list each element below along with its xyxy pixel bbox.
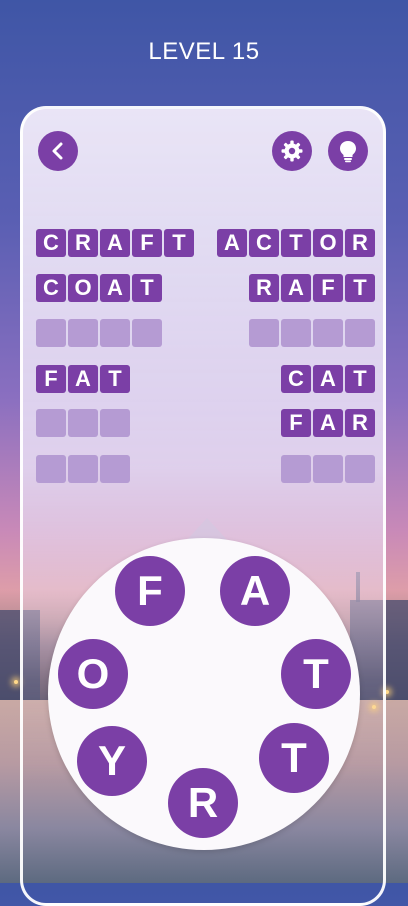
word-row-empty [36,409,130,437]
empty-tile [281,319,311,347]
word-row-empty [36,319,162,347]
letter-tile: A [217,229,247,257]
empty-tile [36,409,66,437]
letter-tile: R [68,229,98,257]
empty-tile [68,455,98,483]
lightbulb-icon [340,141,356,163]
letter-tile: A [100,229,130,257]
empty-tile [68,409,98,437]
lamp-light [14,680,18,684]
empty-tile [100,319,130,347]
empty-tile [36,319,66,347]
word-row-empty [281,455,375,483]
letter-tile: T [100,365,130,393]
empty-tile [100,409,130,437]
wheel-letter[interactable]: F [115,556,185,626]
letter-tile: R [249,274,279,302]
empty-tile [345,455,375,483]
level-title: LEVEL 15 [148,38,260,65]
letter-tile: A [313,409,343,437]
empty-tile [249,319,279,347]
empty-tile [132,319,162,347]
word-row: F A T [36,365,130,393]
empty-tile [100,455,130,483]
letter-tile: T [345,274,375,302]
letter-tile: A [68,365,98,393]
letter-tile: F [132,229,162,257]
letter-tile: T [132,274,162,302]
word-row: A C T O R [217,229,375,257]
empty-tile [313,455,343,483]
letter-tile: F [36,365,66,393]
word-row: R A F T [249,274,375,302]
word-row: F A R [281,409,375,437]
gear-icon [281,140,303,162]
letter-tile: A [100,274,130,302]
word-row: C A T [281,365,375,393]
settings-button[interactable] [272,131,312,171]
hint-button[interactable] [328,131,368,171]
letter-tile: R [345,409,375,437]
wheel-letter[interactable]: A [220,556,290,626]
empty-tile [313,319,343,347]
letter-tile: C [36,274,66,302]
letter-tile: O [68,274,98,302]
word-row-empty [249,319,375,347]
wheel-letter[interactable]: R [168,768,238,838]
letter-tile: T [164,229,194,257]
chevron-left-icon [52,142,63,160]
wheel-letter[interactable]: O [58,639,128,709]
letter-tile: A [313,365,343,393]
letter-tile: F [313,274,343,302]
empty-tile [281,455,311,483]
letter-tile: F [281,409,311,437]
letter-tile: C [281,365,311,393]
wheel-letter[interactable]: Y [77,726,147,796]
wheel-letter[interactable]: T [259,723,329,793]
letter-tile: A [281,274,311,302]
letter-tile: C [36,229,66,257]
letter-tile: T [281,229,311,257]
wheel-letter[interactable]: T [281,639,351,709]
word-row: C R A F T [36,229,194,257]
back-button[interactable] [38,131,78,171]
empty-tile [36,455,66,483]
word-row-empty [36,455,130,483]
empty-tile [345,319,375,347]
letter-tile: T [345,365,375,393]
letter-tile: C [249,229,279,257]
letter-tile: O [313,229,343,257]
letter-tile: R [345,229,375,257]
word-row: C O A T [36,274,162,302]
empty-tile [68,319,98,347]
